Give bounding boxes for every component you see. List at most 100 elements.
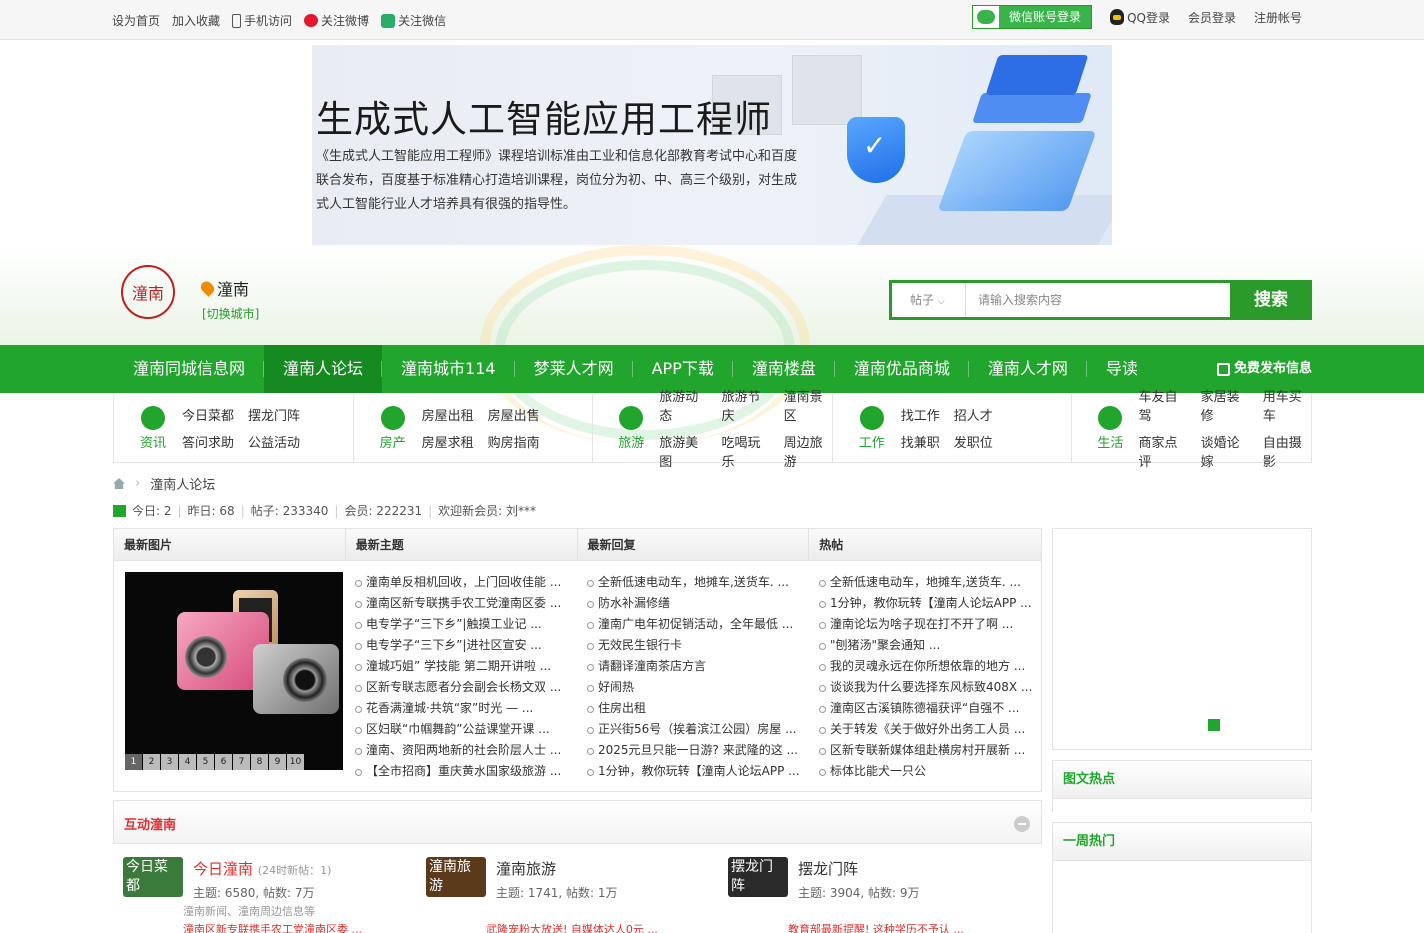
category-link[interactable]: 商家点评 <box>1138 432 1186 470</box>
category-link[interactable]: 找兼职 <box>901 432 940 451</box>
category-link[interactable]: 用车买车 <box>1263 386 1311 424</box>
member-login-link[interactable]: 会员登录 <box>1188 9 1236 26</box>
list-item[interactable]: 电专学子“三下乡”|触摸工业记 ... <box>355 614 575 635</box>
list-item[interactable]: 潼南广电年初促销活动，全年最低 ... <box>587 614 807 635</box>
list-item[interactable]: 潼南单反相机回收，上门回收佳能 ... <box>355 572 575 593</box>
list-item[interactable]: 潼南区新专联携手农工党潼南区委 ... <box>355 593 575 614</box>
list-item[interactable]: 2025元旦只能一日游? 来武隆的这 ... <box>587 740 807 761</box>
list-item[interactable]: 标体比能犬一只公 <box>819 761 1039 782</box>
list-item[interactable]: 潼城巧姐” 学技能 第二期开讲啦 ... <box>355 656 575 677</box>
list-item[interactable]: 请翻译潼南茶店方言 <box>587 656 807 677</box>
list-item[interactable]: 全新低速电动车，地摊车,送货车. ... <box>819 572 1039 593</box>
follow-weibo-link[interactable]: 关注微博 <box>304 12 369 29</box>
forum-card[interactable]: 今日菜都 今日潼南 (24时新帖：1) 主题: 6580, 帖数: 7万 潼南新… <box>123 855 413 933</box>
home-icon[interactable] <box>113 478 125 489</box>
switch-city-link[interactable]: [切换城市] <box>202 305 259 322</box>
category-link[interactable]: 旅游节庆 <box>721 386 769 424</box>
sidebar-ad[interactable] <box>1052 528 1312 750</box>
category-link[interactable]: 发职位 <box>954 432 993 451</box>
list-item[interactable]: "刨猪汤"聚会通知 ... <box>819 635 1039 656</box>
list-item[interactable]: 花香满潼城·共筑“家”时光 — ... <box>355 698 575 719</box>
follow-wechat-link[interactable]: 关注微信 <box>381 12 446 29</box>
mobile-link[interactable]: 手机访问 <box>232 12 292 29</box>
category-link[interactable]: 今日菜都 <box>182 405 234 424</box>
pager-button[interactable]: 3 <box>161 754 178 770</box>
qq-login-link[interactable]: QQ登录 <box>1110 9 1170 26</box>
pager-button[interactable]: 6 <box>215 754 232 770</box>
category-link[interactable]: 答问求助 <box>182 432 234 451</box>
forum-last-post[interactable]: 教育部最新提醒! 这种学历不予认 ... <box>788 921 964 933</box>
category-link[interactable]: 房屋求租 <box>422 432 474 451</box>
pager-button[interactable]: 1 <box>125 754 142 770</box>
category-link[interactable]: 谈婚论嫁 <box>1201 432 1249 470</box>
list-item[interactable]: 1分钟，教你玩转【潼南人论坛APP ... <box>819 593 1039 614</box>
list-item[interactable]: 1分钟，教你玩转【潼南人论坛APP ... <box>587 761 807 782</box>
category-link[interactable]: 潼南景区 <box>784 386 832 424</box>
search-button[interactable]: 搜索 <box>1230 280 1312 320</box>
list-item[interactable]: 住房出租 <box>587 698 807 719</box>
forum-name[interactable]: 今日潼南 (24时新帖：1) <box>193 858 331 879</box>
list-item[interactable]: 潼南区古溪镇陈德福获评“自强不 ... <box>819 698 1039 719</box>
forum-card[interactable]: 摆龙门阵 摆龙门阵 主题: 3904, 帖数: 9万 教育部最新提醒! 这种学历… <box>728 855 1018 933</box>
set-homepage-link[interactable]: 设为首页 <box>112 12 160 29</box>
forum-name[interactable]: 潼南旅游 <box>496 858 556 879</box>
list-item[interactable]: 区新专联新媒体组赴横房村开展新 ... <box>819 740 1039 761</box>
collapse-icon[interactable] <box>1014 816 1030 832</box>
category-link[interactable]: 周边旅游 <box>784 432 832 470</box>
list-item[interactable]: 关于转发《关于做好外出务工人员 ... <box>819 719 1039 740</box>
forum-card[interactable]: 潼南旅游 潼南旅游 主题: 1741, 帖数: 1万 武隆宠粉大放送! 自媒体达… <box>426 855 716 933</box>
list-item[interactable]: 我的灵魂永远在你所想依靠的地方 ... <box>819 656 1039 677</box>
pager-button[interactable]: 2 <box>143 754 160 770</box>
list-item[interactable]: 电专学子“三下乡”|进社区宣安 ... <box>355 635 575 656</box>
list-item[interactable]: 【全市招商】重庆黄水国家级旅游 ... <box>355 761 575 782</box>
list-item[interactable]: 潼南、资阳两地新的社会阶层人士 ... <box>355 740 575 761</box>
nav-item-114[interactable]: 潼南城市114 <box>382 345 515 393</box>
nav-item-forum[interactable]: 潼南人论坛 <box>264 345 383 393</box>
search-type-select[interactable]: 帖子 ⌵ <box>892 283 966 317</box>
wechat-login-button[interactable]: 微信账号登录 <box>972 5 1093 29</box>
ad-banner[interactable]: 生成式人工智能应用工程师 《生成式人工智能应用工程师》课程培训标准由工业和信息化… <box>312 45 1112 245</box>
list-item[interactable]: 防水补漏修缮 <box>587 593 807 614</box>
forum-last-post[interactable]: 潼南区新专联携手农工党潼南区委 ... <box>183 921 362 933</box>
site-logo[interactable]: 潼南 <box>121 265 175 319</box>
category-link[interactable]: 家居装修 <box>1201 386 1249 424</box>
search-input[interactable] <box>966 283 1230 317</box>
breadcrumb-current[interactable]: 潼南人论坛 <box>150 474 215 493</box>
register-link[interactable]: 注册帐号 <box>1254 9 1302 26</box>
pager-button[interactable]: 8 <box>251 754 268 770</box>
nav-item-info[interactable]: 潼南同城信息网 <box>114 345 265 393</box>
list-item[interactable]: 潼南论坛为啥子现在打不开了啊 ... <box>819 614 1039 635</box>
category-link[interactable]: 找工作 <box>901 405 940 424</box>
list-item[interactable]: 正兴街56号（挨着滨江公园）房屋 ... <box>587 719 807 740</box>
list-item[interactable]: 无效民生银行卡 <box>587 635 807 656</box>
category-link[interactable]: 摆龙门阵 <box>248 405 300 424</box>
pager-button[interactable]: 4 <box>179 754 196 770</box>
pager-button[interactable]: 10 <box>287 754 304 770</box>
nav-item-menglai-jobs[interactable]: 梦莱人才网 <box>515 345 633 393</box>
forum-last-post[interactable]: 武隆宠粉大放送! 自媒体达人0元 ... <box>486 921 658 933</box>
add-favorite-link[interactable]: 加入收藏 <box>172 12 220 29</box>
list-item[interactable]: 谈谈我为什么要选择东风标致408X ... <box>819 677 1039 698</box>
category-link[interactable]: 旅游美图 <box>659 432 707 470</box>
list-item[interactable]: 区新专联志愿者分会副会长杨文双 ... <box>355 677 575 698</box>
category-link[interactable]: 旅游动态 <box>659 386 707 424</box>
pager-button[interactable]: 5 <box>197 754 214 770</box>
category-link[interactable]: 房屋出售 <box>488 405 540 424</box>
category-link[interactable]: 公益活动 <box>248 432 300 451</box>
category-link[interactable]: 购房指南 <box>488 432 540 451</box>
category-link[interactable]: 自由摄影 <box>1263 432 1311 470</box>
list-item[interactable]: 好闹热 <box>587 677 807 698</box>
pager-button[interactable]: 7 <box>233 754 250 770</box>
category-link[interactable]: 吃喝玩乐 <box>721 432 769 470</box>
stats-icon <box>113 504 126 517</box>
category-link[interactable]: 车友自驾 <box>1138 386 1186 424</box>
forum-name[interactable]: 摆龙门阵 <box>798 858 858 879</box>
photo-slideshow[interactable]: 1 2 3 4 5 6 7 8 9 10 <box>125 572 343 770</box>
pager-button[interactable]: 9 <box>269 754 286 770</box>
category-link[interactable]: 房屋出租 <box>422 405 474 424</box>
list-item[interactable]: 区妇联“巾帼舞韵”公益课堂开课 ... <box>355 719 575 740</box>
nav-item-mall[interactable]: 潼南优品商城 <box>835 345 969 393</box>
list-item[interactable]: 全新低速电动车，地摊车,送货车. ... <box>587 572 807 593</box>
nav-item-jobs[interactable]: 潼南人才网 <box>969 345 1087 393</box>
category-link[interactable]: 招人才 <box>954 405 993 424</box>
